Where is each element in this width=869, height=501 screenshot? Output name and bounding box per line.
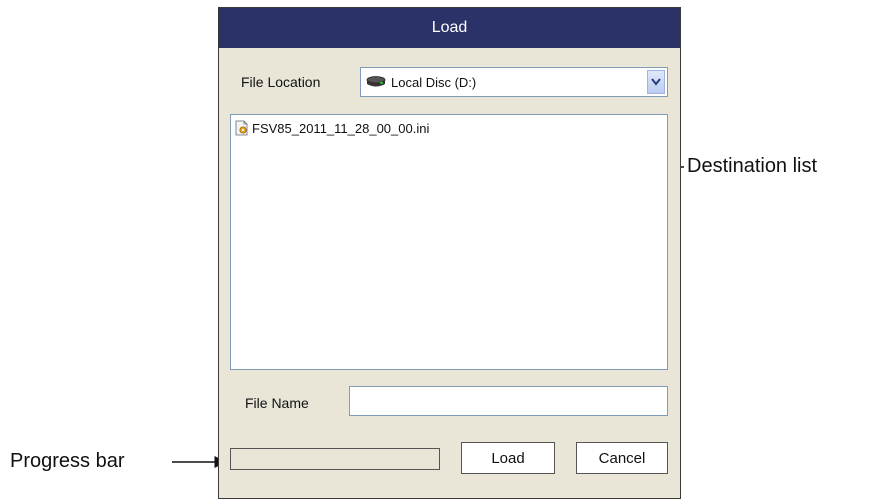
ini-file-icon bbox=[235, 120, 248, 136]
chevron-down-icon bbox=[651, 78, 661, 86]
dialog-title: Load bbox=[431, 19, 468, 36]
disk-drive-icon bbox=[366, 76, 386, 87]
file-name-text: FSV85_2011_11_28_00_00.ini bbox=[252, 120, 430, 136]
dialog-titlebar: Load bbox=[219, 8, 680, 48]
progress-bar-callout: Progress bar bbox=[10, 450, 125, 472]
cancel-button[interactable]: Cancel bbox=[576, 442, 668, 474]
load-button[interactable]: Load bbox=[461, 442, 555, 474]
destination-list-callout: Destination list bbox=[687, 155, 818, 177]
figure: Destination list Progress bar Load File … bbox=[0, 0, 869, 501]
file-location-dropdown[interactable]: Local Disc (D:) bbox=[360, 67, 668, 97]
file-location-value: Local Disc (D:) bbox=[391, 75, 477, 90]
progress-bar bbox=[230, 448, 440, 470]
dropdown-arrow-button[interactable] bbox=[647, 70, 665, 94]
file-name-input[interactable] bbox=[349, 386, 668, 416]
file-name-label: File Name bbox=[245, 395, 309, 411]
list-item[interactable]: FSV85_2011_11_28_00_00.ini bbox=[234, 120, 429, 136]
file-location-label: File Location bbox=[241, 74, 321, 90]
destination-file-list[interactable]: FSV85_2011_11_28_00_00.ini bbox=[230, 114, 668, 370]
load-dialog: Load File Location Local Disc (D:) FSV85… bbox=[218, 7, 681, 499]
